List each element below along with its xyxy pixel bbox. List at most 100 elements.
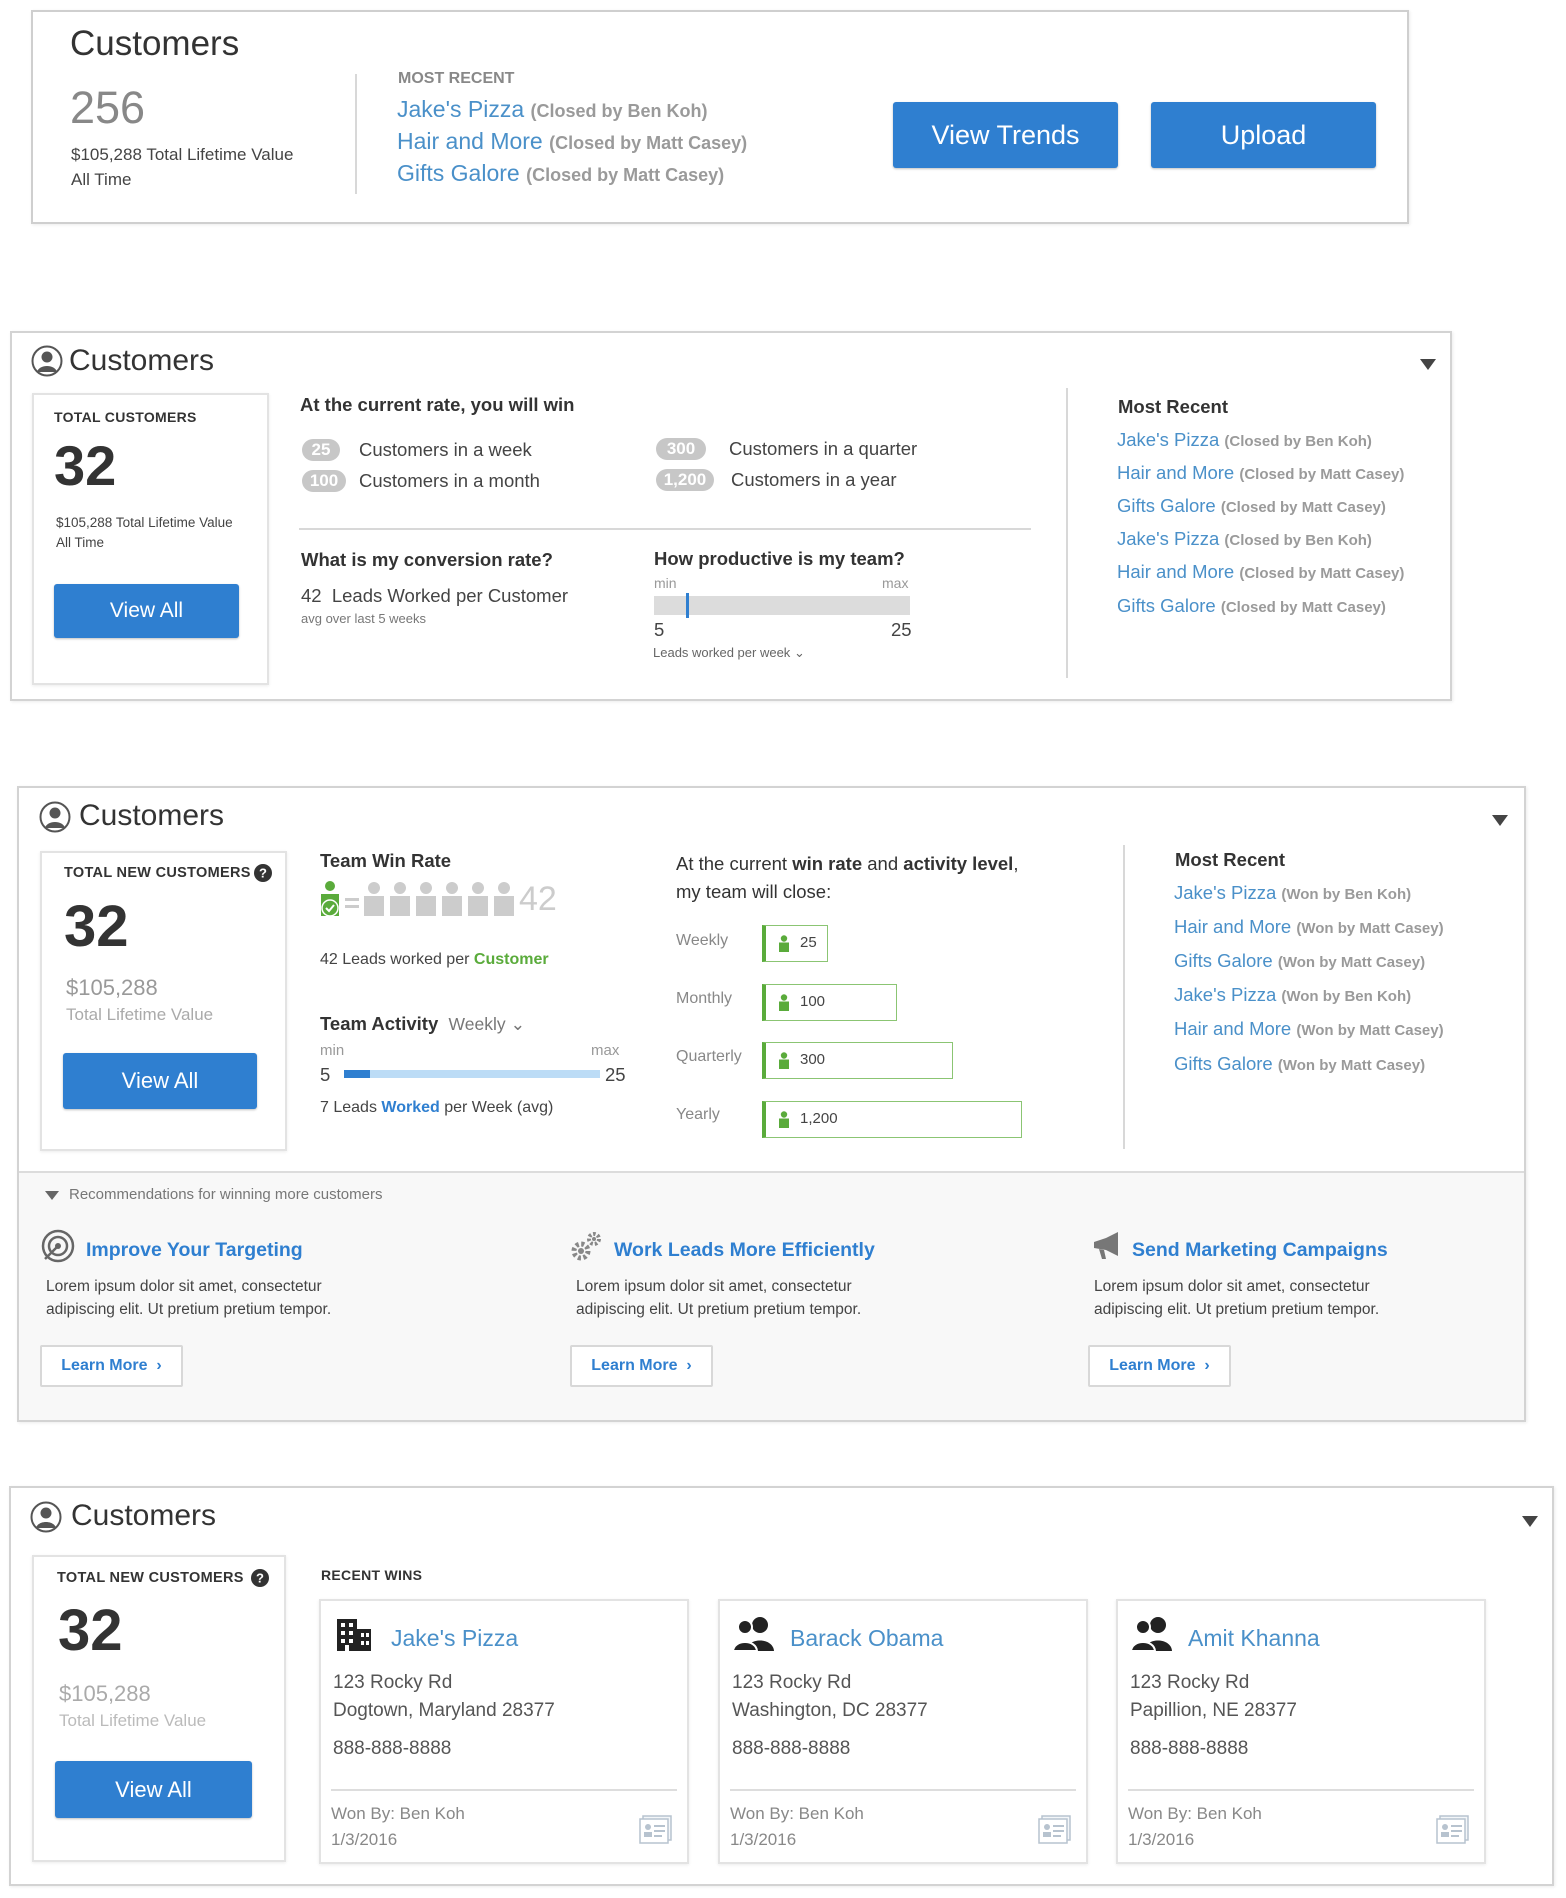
recent-item[interactable]: Gifts Galore (Closed by Matt Casey) (397, 160, 724, 187)
megaphone-icon (1094, 1232, 1118, 1259)
most-recent-heading: Most Recent (1175, 849, 1285, 870)
most-recent-heading: Most Recent (1118, 396, 1228, 417)
gears-icon (571, 1232, 601, 1261)
recommendations-section: Recommendations for winning more custome… (19, 1171, 1524, 1420)
win-name[interactable]: Barack Obama (790, 1625, 943, 1652)
reco-text: Lorem ipsum dolor sit amet, consectetur a… (576, 1278, 862, 1318)
recent-win-card[interactable]: Jake's Pizza 123 Rocky Rd Dogtown, Maryl… (319, 1599, 689, 1864)
contact-card-icon[interactable] (1038, 1814, 1074, 1844)
help-icon[interactable]: ? (250, 1568, 270, 1588)
learn-more-button[interactable]: Learn More › (40, 1345, 183, 1387)
min-value: 5 (654, 619, 665, 640)
won-by: Won By: Ben Koh (1128, 1804, 1262, 1823)
forecast-bar: 1,200 (762, 1101, 1022, 1138)
recent-item[interactable]: Hair and More (Won by Matt Casey) (1174, 1018, 1444, 1040)
total-customers-label: TOTAL CUSTOMERS (54, 409, 197, 425)
user-circle-icon (31, 345, 63, 377)
widget-title: Customers (69, 344, 215, 377)
min-label: min (320, 1042, 345, 1059)
forecast-bar-value: 100 (800, 993, 826, 1010)
recent-item[interactable]: Jake's Pizza (Won by Ben Koh) (1174, 882, 1411, 904)
lifetime-value: $105,288 Total Lifetime Value (71, 145, 294, 164)
view-all-button[interactable]: View All (54, 584, 239, 638)
max-label: max (882, 575, 909, 591)
recent-win-card[interactable]: Barack Obama 123 Rocky Rd Washington, DC… (718, 1599, 1088, 1864)
win-phone: 888-888-8888 (1130, 1738, 1249, 1759)
people-icon (1130, 1617, 1172, 1652)
contact-card-icon[interactable] (639, 1814, 675, 1844)
win-name[interactable]: Jake's Pizza (391, 1625, 518, 1652)
svg-text:?: ? (259, 866, 267, 881)
chevron-right-icon: › (156, 1357, 162, 1374)
view-trends-button[interactable]: View Trends (893, 102, 1118, 168)
upload-button[interactable]: Upload (1151, 102, 1376, 168)
collapse-caret-icon[interactable] (1420, 359, 1436, 370)
most-recent-heading: MOST RECENT (398, 70, 515, 87)
forecast-bar-value: 1,200 (800, 1110, 838, 1127)
recent-item[interactable]: Jake's Pizza (Closed by Ben Koh) (397, 96, 708, 123)
learn-more-button[interactable]: Learn More › (570, 1345, 713, 1387)
recommendations-toggle[interactable]: Recommendations for winning more custome… (45, 1186, 382, 1203)
vertical-divider (1123, 845, 1125, 1149)
reco-title[interactable]: Work Leads More Efficiently (614, 1239, 875, 1262)
reco-title[interactable]: Improve Your Targeting (86, 1239, 303, 1262)
activity-text: 7 Leads Worked per Week (avg) (320, 1099, 554, 1116)
max-value: 25 (605, 1064, 626, 1085)
rate-badge: 100 (302, 470, 346, 492)
recent-item[interactable]: Hair and More (Closed by Matt Casey) (1117, 462, 1404, 484)
recent-item[interactable]: Gifts Galore (Won by Matt Casey) (1174, 950, 1425, 972)
win-city: Dogtown, Maryland 28377 (333, 1700, 555, 1721)
recent-item[interactable]: Jake's Pizza (Closed by Ben Koh) (1117, 528, 1372, 550)
chevron-down-icon: ⌄ (793, 645, 805, 660)
forecast-bar-label: Quarterly (676, 1048, 742, 1065)
win-rate-text: 42 Leads worked per Customer (320, 951, 549, 968)
person-icon (779, 935, 789, 952)
collapse-caret-icon[interactable] (1522, 1516, 1538, 1527)
won-date: 1/3/2016 (1128, 1830, 1195, 1849)
productivity-select[interactable]: Leads worked per week ⌄ (653, 645, 805, 661)
people-icon (732, 1617, 774, 1652)
section-divider (299, 528, 1031, 530)
contact-card-icon[interactable] (1436, 1814, 1472, 1844)
widget-title: Customers (71, 1499, 217, 1532)
view-all-button[interactable]: View All (63, 1053, 257, 1109)
total-customers-card: TOTAL CUSTOMERS 32 $105,288 Total Lifeti… (32, 393, 269, 685)
forecast-bar: 300 (762, 1042, 953, 1079)
productivity-heading: How productive is my team? (654, 548, 905, 569)
total-customers-label: TOTAL NEW CUSTOMERS (64, 865, 251, 881)
forecast-bar-label: Monthly (676, 990, 733, 1007)
user-circle-icon (39, 801, 71, 833)
won-customer-icon (321, 881, 339, 917)
period-label: All Time (56, 535, 105, 550)
activity-period-select[interactable]: Weekly ⌄ (449, 1014, 526, 1034)
recent-item[interactable]: Gifts Galore (Won by Matt Casey) (1174, 1053, 1425, 1075)
collapse-caret-icon[interactable] (1492, 815, 1508, 826)
recent-item[interactable]: Gifts Galore (Closed by Matt Casey) (1117, 495, 1386, 517)
widget-title: Customers (79, 799, 225, 832)
reco-title[interactable]: Send Marketing Campaigns (1132, 1239, 1388, 1262)
lifetime-value-label: Total Lifetime Value (59, 1711, 207, 1730)
card-divider (331, 1789, 677, 1791)
view-all-button[interactable]: View All (55, 1761, 252, 1818)
recent-item[interactable]: Jake's Pizza (Won by Ben Koh) (1174, 984, 1411, 1006)
recent-item[interactable]: Hair and More (Won by Matt Casey) (1174, 916, 1444, 938)
forecast-bar: 25 (762, 925, 828, 962)
customers-widget-v2: Customers TOTAL CUSTOMERS 32 $105,288 To… (10, 331, 1452, 701)
win-name[interactable]: Amit Khanna (1188, 1625, 1320, 1652)
help-icon[interactable]: ? (253, 863, 273, 883)
learn-more-button[interactable]: Learn More › (1088, 1345, 1231, 1387)
recent-item[interactable]: Hair and More (Closed by Matt Casey) (1117, 561, 1404, 583)
lifetime-value: $105,288 Total Lifetime Value (56, 515, 233, 530)
recent-item[interactable]: Hair and More (Closed by Matt Casey) (397, 128, 747, 155)
rate-badge: 25 (302, 439, 340, 461)
win-street: 123 Rocky Rd (732, 1672, 852, 1693)
recent-item[interactable]: Jake's Pizza (Closed by Ben Koh) (1117, 429, 1372, 451)
min-label: min (654, 575, 677, 591)
recent-item[interactable]: Gifts Galore (Closed by Matt Casey) (1117, 595, 1386, 617)
recent-win-card[interactable]: Amit Khanna 123 Rocky Rd Papillion, NE 2… (1116, 1599, 1486, 1864)
won-date: 1/3/2016 (730, 1830, 797, 1849)
win-city: Papillion, NE 28377 (1130, 1700, 1297, 1721)
lead-people-icons (364, 882, 514, 916)
widget-title: Customers (70, 24, 240, 63)
productivity-track (654, 593, 910, 618)
